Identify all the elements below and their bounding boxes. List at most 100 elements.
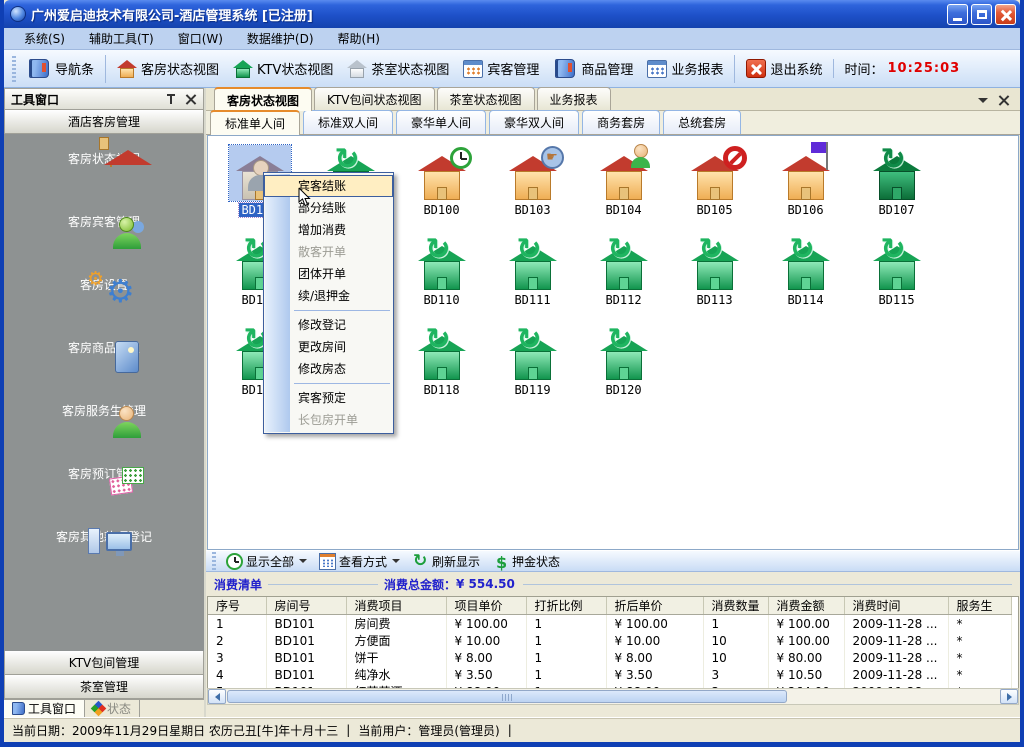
- report-calendar-icon: [647, 60, 667, 78]
- menu-item-modify-room-state[interactable]: 修改房态: [264, 358, 393, 380]
- subtab-deluxe-double[interactable]: 豪华双人间: [489, 110, 579, 134]
- room-cell[interactable]: BD107: [851, 141, 942, 231]
- room-cell[interactable]: BD112: [578, 231, 669, 321]
- room-cell[interactable]: BD113: [669, 231, 760, 321]
- subtab-business-suite[interactable]: 商务套房: [582, 110, 660, 134]
- sidebar-item-room-guest-mgmt[interactable]: 客房宾客管理: [4, 213, 204, 274]
- tea-status-view-button[interactable]: 茶室状态视图: [340, 56, 456, 81]
- tab-room-status-view[interactable]: 客房状态视图: [214, 87, 312, 111]
- subtab-standard-double[interactable]: 标准双人间: [303, 110, 393, 134]
- cell: ¥ 10.00: [446, 632, 526, 649]
- menu-item-modify-registration[interactable]: 修改登记: [264, 314, 393, 336]
- room-cell[interactable]: BD119: [487, 321, 578, 411]
- tab-ktv-room-status-view[interactable]: KTV包间状态视图: [314, 87, 434, 110]
- menu-item-partial-checkout[interactable]: 部分结账: [264, 197, 393, 219]
- tab-tea-status-view[interactable]: 茶室状态视图: [437, 87, 535, 110]
- room-label: BD112: [578, 293, 669, 307]
- sidebar-tab-tool-window[interactable]: 工具窗口: [4, 700, 85, 717]
- tab-list-dropdown-icon[interactable]: [978, 98, 988, 103]
- room-status-view-button[interactable]: 客房状态视图: [110, 56, 226, 81]
- menu-item-guest-reserve[interactable]: 宾客预定: [264, 387, 393, 409]
- col-header[interactable]: 项目单价: [446, 597, 526, 615]
- goods-mgmt-button[interactable]: 商品管理: [546, 56, 640, 81]
- scroll-right-button[interactable]: [1000, 689, 1018, 704]
- col-header[interactable]: 序号: [208, 597, 266, 615]
- room-cell[interactable]: BD118: [396, 321, 487, 411]
- room-label: BD115: [851, 293, 942, 307]
- room-cell[interactable]: BD115: [851, 231, 942, 321]
- reports-button[interactable]: 业务报表: [640, 56, 730, 81]
- room-cell[interactable]: BD100: [396, 141, 487, 231]
- scroll-left-button[interactable]: [208, 689, 226, 704]
- consumption-list-label: 消费清单: [214, 576, 262, 593]
- deposit-status-button[interactable]: 押金状态: [486, 552, 566, 571]
- show-all-button[interactable]: 显示全部: [220, 552, 313, 571]
- refresh-button[interactable]: 刷新显示: [406, 552, 486, 571]
- pin-icon[interactable]: [165, 93, 177, 105]
- room-cell[interactable]: BD104: [578, 141, 669, 231]
- sidebar-group-tea[interactable]: 茶室管理: [4, 675, 204, 699]
- table-horizontal-scrollbar[interactable]: [207, 688, 1019, 705]
- menu-aux-tools[interactable]: 辅助工具(T): [77, 28, 166, 49]
- nav-bar-button[interactable]: 导航条: [20, 56, 101, 81]
- menu-system[interactable]: 系统(S): [12, 28, 77, 49]
- table-row[interactable]: 4BD101 纯净水¥ 3.50 1¥ 3.50 3¥ 10.50 2009-1…: [208, 666, 1011, 683]
- menu-item-change-room[interactable]: 更改房间: [264, 336, 393, 358]
- sidebar-item-room-goods-settings[interactable]: 客房商品设置: [4, 339, 204, 400]
- close-button[interactable]: [995, 4, 1016, 25]
- menu-item-guest-checkout[interactable]: 宾客结账: [264, 175, 393, 197]
- col-header[interactable]: 服务生: [948, 597, 1011, 615]
- menu-item-deposit-renew-refund[interactable]: 续/退押金: [264, 285, 393, 307]
- col-header[interactable]: 消费数量: [703, 597, 768, 615]
- room-label: BD118: [396, 383, 487, 397]
- menu-help[interactable]: 帮助(H): [326, 28, 392, 49]
- col-header[interactable]: 消费项目: [346, 597, 446, 615]
- tab-close-icon[interactable]: [998, 94, 1010, 106]
- room-cell[interactable]: BD120: [578, 321, 669, 411]
- room-cell[interactable]: BD111: [487, 231, 578, 321]
- room-cell[interactable]: BD105: [669, 141, 760, 231]
- col-header[interactable]: 打折比例: [526, 597, 606, 615]
- cell: 2: [208, 632, 266, 649]
- guest-mgmt-label: 宾客管理: [487, 59, 539, 78]
- deposit-status-label: 押金状态: [512, 553, 560, 570]
- tab-business-reports[interactable]: 业务报表: [537, 87, 611, 110]
- sidebar-tab-status[interactable]: 状态: [85, 700, 140, 717]
- menu-item-add-consumption[interactable]: 增加消费: [264, 219, 393, 241]
- col-header[interactable]: 折后单价: [606, 597, 703, 615]
- subtab-standard-single[interactable]: 标准单人间: [210, 110, 300, 135]
- sidebar-close-icon[interactable]: [185, 93, 197, 105]
- scrollbar-thumb[interactable]: [227, 690, 787, 703]
- minimize-button[interactable]: [947, 4, 968, 25]
- col-header[interactable]: 房间号: [266, 597, 346, 615]
- col-header[interactable]: 消费时间: [844, 597, 948, 615]
- menu-item-group-open[interactable]: 团体开单: [264, 263, 393, 285]
- room-cell[interactable]: BD103: [487, 141, 578, 231]
- cell: 4: [208, 666, 266, 683]
- table-row[interactable]: 2BD101 方便面¥ 10.00 1¥ 10.00 10¥ 100.00 20…: [208, 632, 1011, 649]
- sidebar-group-hotel-rooms[interactable]: 酒店客房管理: [4, 110, 204, 134]
- exit-system-button[interactable]: 退出系统: [739, 56, 829, 81]
- subtab-deluxe-single[interactable]: 豪华单人间: [396, 110, 486, 134]
- cell: ¥ 8.00: [446, 649, 526, 666]
- room-cell[interactable]: BD106: [760, 141, 851, 231]
- ktv-status-view-button[interactable]: KTV状态视图: [226, 56, 340, 81]
- sidebar-item-room-settings[interactable]: 客房设置: [4, 276, 204, 337]
- room-cell[interactable]: BD114: [760, 231, 851, 321]
- sidebar-item-room-booking-mgmt[interactable]: 客房预订管理: [4, 465, 204, 526]
- sidebar-item-room-status-view[interactable]: 客房状态视图: [4, 150, 204, 211]
- subtab-president-suite[interactable]: 总统套房: [663, 110, 741, 134]
- maximize-button[interactable]: [971, 4, 992, 25]
- menu-data-maintain[interactable]: 数据维护(D): [235, 28, 326, 49]
- view-mode-button[interactable]: 查看方式: [313, 551, 406, 571]
- col-header[interactable]: 消费金额: [768, 597, 844, 615]
- sidebar-item-room-other-payments[interactable]: 客房其他款项登记: [4, 528, 204, 589]
- table-row[interactable]: 1BD101 房间费¥ 100.00 1¥ 100.00 1¥ 100.00 2…: [208, 615, 1011, 633]
- menu-window[interactable]: 窗口(W): [166, 28, 235, 49]
- room-cell[interactable]: BD110: [396, 231, 487, 321]
- table-row[interactable]: 3BD101 饼干¥ 8.00 1¥ 8.00 10¥ 80.00 2009-1…: [208, 649, 1011, 666]
- current-date-text: 当前日期：2009年11月29日星期日 农历己丑[牛]年十月十三: [12, 722, 338, 739]
- sidebar-group-ktv[interactable]: KTV包间管理: [4, 651, 204, 675]
- sidebar-item-room-waiter-mgmt[interactable]: 客房服务生管理: [4, 402, 204, 463]
- guest-mgmt-button[interactable]: 宾客管理: [456, 56, 546, 81]
